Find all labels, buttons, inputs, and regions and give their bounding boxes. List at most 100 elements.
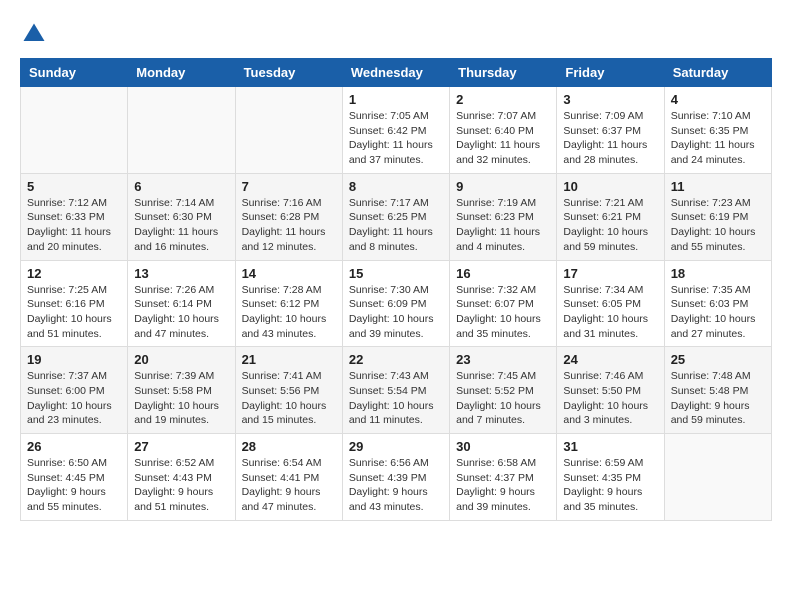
day-info: Sunrise: 7:43 AM Sunset: 5:54 PM Dayligh… [349, 369, 443, 428]
calendar-cell: 2 Sunrise: 7:07 AM Sunset: 6:40 PM Daylig… [450, 87, 557, 174]
calendar-cell [128, 87, 235, 174]
calendar-cell: 25 Sunrise: 7:48 AM Sunset: 5:48 PM Dayli… [664, 347, 771, 434]
day-info: Sunrise: 7:37 AM Sunset: 6:00 PM Dayligh… [27, 369, 121, 428]
calendar-cell: 11 Sunrise: 7:23 AM Sunset: 6:19 PM Dayli… [664, 173, 771, 260]
day-number: 25 [671, 352, 765, 367]
day-info: Sunrise: 7:07 AM Sunset: 6:40 PM Dayligh… [456, 109, 550, 168]
day-number: 2 [456, 92, 550, 107]
calendar-week-row: 1Sunrise: 7:05 AM Sunset: 6:42 PM Daylig… [21, 87, 772, 174]
day-info: Sunrise: 6:56 AM Sunset: 4:39 PM Dayligh… [349, 456, 443, 515]
generalblue-logo-icon [20, 20, 48, 48]
day-info: Sunrise: 6:58 AM Sunset: 4:37 PM Dayligh… [456, 456, 550, 515]
calendar-cell: 8 Sunrise: 7:17 AM Sunset: 6:25 PM Daylig… [342, 173, 449, 260]
day-header-tuesday: Tuesday [235, 59, 342, 87]
day-info: Sunrise: 7:25 AM Sunset: 6:16 PM Dayligh… [27, 283, 121, 342]
day-info: Sunrise: 7:10 AM Sunset: 6:35 PM Dayligh… [671, 109, 765, 168]
calendar-cell: 23 Sunrise: 7:45 AM Sunset: 5:52 PM Dayli… [450, 347, 557, 434]
calendar-cell: 29 Sunrise: 6:56 AM Sunset: 4:39 PM Dayli… [342, 434, 449, 521]
day-number: 29 [349, 439, 443, 454]
day-info: Sunrise: 7:23 AM Sunset: 6:19 PM Dayligh… [671, 196, 765, 255]
day-info: Sunrise: 7:19 AM Sunset: 6:23 PM Dayligh… [456, 196, 550, 255]
day-number: 11 [671, 179, 765, 194]
calendar-cell: 18 Sunrise: 7:35 AM Sunset: 6:03 PM Dayli… [664, 260, 771, 347]
calendar-cell: 6Sunrise: 7:14 AM Sunset: 6:30 PM Daylig… [128, 173, 235, 260]
day-header-monday: Monday [128, 59, 235, 87]
calendar-cell: 14Sunrise: 7:28 AM Sunset: 6:12 PM Dayli… [235, 260, 342, 347]
day-info: Sunrise: 7:30 AM Sunset: 6:09 PM Dayligh… [349, 283, 443, 342]
calendar-cell: 5Sunrise: 7:12 AM Sunset: 6:33 PM Daylig… [21, 173, 128, 260]
calendar-cell: 17 Sunrise: 7:34 AM Sunset: 6:05 PM Dayli… [557, 260, 664, 347]
day-number: 7 [242, 179, 336, 194]
day-info: Sunrise: 7:45 AM Sunset: 5:52 PM Dayligh… [456, 369, 550, 428]
day-number: 20 [134, 352, 228, 367]
calendar-cell: 20 Sunrise: 7:39 AM Sunset: 5:58 PM Dayli… [128, 347, 235, 434]
day-number: 4 [671, 92, 765, 107]
calendar-cell: 9 Sunrise: 7:19 AM Sunset: 6:23 PM Daylig… [450, 173, 557, 260]
day-number: 22 [349, 352, 443, 367]
calendar-cell: 10 Sunrise: 7:21 AM Sunset: 6:21 PM Dayli… [557, 173, 664, 260]
calendar-cell: 19 Sunrise: 7:37 AM Sunset: 6:00 PM Dayli… [21, 347, 128, 434]
calendar-week-row: 12 Sunrise: 7:25 AM Sunset: 6:16 PM Dayli… [21, 260, 772, 347]
day-info: Sunrise: 7:48 AM Sunset: 5:48 PM Dayligh… [671, 369, 765, 428]
day-info: Sunrise: 7:09 AM Sunset: 6:37 PM Dayligh… [563, 109, 657, 168]
day-header-saturday: Saturday [664, 59, 771, 87]
day-info: Sunrise: 7:14 AM Sunset: 6:30 PM Dayligh… [134, 196, 228, 255]
day-number: 14 [242, 266, 336, 281]
day-number: 17 [563, 266, 657, 281]
day-info: Sunrise: 7:39 AM Sunset: 5:58 PM Dayligh… [134, 369, 228, 428]
calendar-cell: 22 Sunrise: 7:43 AM Sunset: 5:54 PM Dayli… [342, 347, 449, 434]
day-header-wednesday: Wednesday [342, 59, 449, 87]
calendar-cell: 31 Sunrise: 6:59 AM Sunset: 4:35 PM Dayli… [557, 434, 664, 521]
day-number: 23 [456, 352, 550, 367]
day-header-sunday: Sunday [21, 59, 128, 87]
day-number: 31 [563, 439, 657, 454]
day-header-friday: Friday [557, 59, 664, 87]
day-number: 18 [671, 266, 765, 281]
calendar-cell: 28 Sunrise: 6:54 AM Sunset: 4:41 PM Dayli… [235, 434, 342, 521]
day-info: Sunrise: 7:17 AM Sunset: 6:25 PM Dayligh… [349, 196, 443, 255]
day-header-thursday: Thursday [450, 59, 557, 87]
calendar-cell: 27Sunrise: 6:52 AM Sunset: 4:43 PM Dayli… [128, 434, 235, 521]
day-info: Sunrise: 7:35 AM Sunset: 6:03 PM Dayligh… [671, 283, 765, 342]
day-info: Sunrise: 7:34 AM Sunset: 6:05 PM Dayligh… [563, 283, 657, 342]
calendar-week-row: 26Sunrise: 6:50 AM Sunset: 4:45 PM Dayli… [21, 434, 772, 521]
day-number: 9 [456, 179, 550, 194]
calendar-cell: 4 Sunrise: 7:10 AM Sunset: 6:35 PM Daylig… [664, 87, 771, 174]
page-header [20, 20, 772, 48]
day-info: Sunrise: 7:21 AM Sunset: 6:21 PM Dayligh… [563, 196, 657, 255]
day-info: Sunrise: 6:54 AM Sunset: 4:41 PM Dayligh… [242, 456, 336, 515]
calendar-cell: 7 Sunrise: 7:16 AM Sunset: 6:28 PM Daylig… [235, 173, 342, 260]
day-number: 19 [27, 352, 121, 367]
day-number: 15 [349, 266, 443, 281]
day-number: 30 [456, 439, 550, 454]
calendar-cell [21, 87, 128, 174]
logo [20, 20, 52, 48]
calendar-cell [664, 434, 771, 521]
day-number: 3 [563, 92, 657, 107]
day-info: Sunrise: 7:26 AM Sunset: 6:14 PM Dayligh… [134, 283, 228, 342]
day-number: 12 [27, 266, 121, 281]
day-info: Sunrise: 6:59 AM Sunset: 4:35 PM Dayligh… [563, 456, 657, 515]
day-number: 13 [134, 266, 228, 281]
day-info: Sunrise: 7:46 AM Sunset: 5:50 PM Dayligh… [563, 369, 657, 428]
calendar-cell: 30 Sunrise: 6:58 AM Sunset: 4:37 PM Dayli… [450, 434, 557, 521]
day-number: 28 [242, 439, 336, 454]
calendar-cell [235, 87, 342, 174]
calendar-cell: 1Sunrise: 7:05 AM Sunset: 6:42 PM Daylig… [342, 87, 449, 174]
day-number: 10 [563, 179, 657, 194]
day-number: 27 [134, 439, 228, 454]
day-info: Sunrise: 7:16 AM Sunset: 6:28 PM Dayligh… [242, 196, 336, 255]
calendar-cell: 21 Sunrise: 7:41 AM Sunset: 5:56 PM Dayli… [235, 347, 342, 434]
calendar-week-row: 5Sunrise: 7:12 AM Sunset: 6:33 PM Daylig… [21, 173, 772, 260]
calendar-cell: 12 Sunrise: 7:25 AM Sunset: 6:16 PM Dayli… [21, 260, 128, 347]
day-info: Sunrise: 7:32 AM Sunset: 6:07 PM Dayligh… [456, 283, 550, 342]
day-info: Sunrise: 7:41 AM Sunset: 5:56 PM Dayligh… [242, 369, 336, 428]
day-number: 26 [27, 439, 121, 454]
day-number: 21 [242, 352, 336, 367]
calendar-table: SundayMondayTuesdayWednesdayThursdayFrid… [20, 58, 772, 521]
calendar-cell: 16Sunrise: 7:32 AM Sunset: 6:07 PM Dayli… [450, 260, 557, 347]
day-number: 1 [349, 92, 443, 107]
day-number: 5 [27, 179, 121, 194]
day-number: 8 [349, 179, 443, 194]
calendar-week-row: 19 Sunrise: 7:37 AM Sunset: 6:00 PM Dayli… [21, 347, 772, 434]
